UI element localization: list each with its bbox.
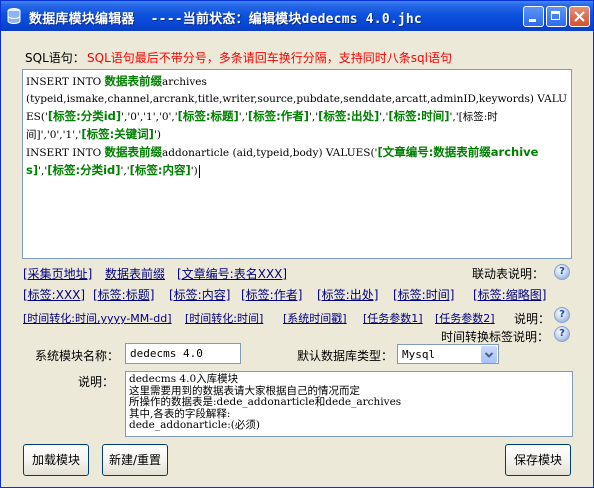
description-line: dede_addonarticle:(必须) [129, 419, 260, 431]
sql-text: ',' [38, 165, 48, 177]
description-line: dedecms 4.0入库模块 [129, 373, 239, 385]
sql-text: ',' [120, 165, 130, 177]
tag-time: [标签:时间] [388, 109, 450, 123]
description-label: 说明： [78, 375, 115, 389]
sql-text: INSERT INTO [26, 147, 105, 159]
sql-text: ','0','1',' [40, 129, 82, 141]
sql-text: ',' [379, 111, 389, 123]
link-tag-thumbnail[interactable]: [标签:缩略图] [473, 286, 546, 303]
sql-text: addonarticle (aid,typeid,body) VALUES(' [162, 147, 378, 159]
help-icon[interactable]: ? [554, 307, 570, 323]
tag-category-id: [标签:分类id] [47, 163, 121, 177]
minimize-button[interactable] [523, 6, 544, 27]
close-button[interactable] [569, 6, 590, 27]
description-textarea[interactable]: dedecms 4.0入库模块 这里需要用到的数据表请大家根据自己的情况而定 所… [125, 371, 573, 437]
tag-source: [标签:出处] [318, 109, 380, 123]
tag-table-prefix: 数据表前缀 [104, 145, 163, 159]
tag-category-id: [标签:分类id] [47, 109, 122, 123]
tag-title: [标签:标题] [177, 109, 239, 123]
sql-label: SQL语句： [25, 51, 85, 65]
link-tag-title[interactable]: [标签:标题] [93, 286, 154, 303]
link-article-id[interactable]: [文章编号:表名XXX] [177, 265, 287, 282]
link-tag-time[interactable]: [标签:时间] [393, 286, 454, 303]
sql-hint: SQL语句最后不带分号，多条请回车换行分隔，支持同时八条sql语句 [87, 51, 452, 65]
maximize-button[interactable] [546, 6, 567, 27]
sql-text: INSERT INTO [26, 76, 105, 88]
link-tag-source[interactable]: [标签:出处] [317, 286, 378, 303]
sql-editor[interactable]: INSERT INTO 数据表前缀archives (typeid,ismake… [22, 69, 572, 259]
time-tag-explain-label: 时间转换标签说明： [441, 330, 550, 344]
link-tag-xxx[interactable]: [标签:XXX] [23, 286, 85, 303]
link-tag-content[interactable]: [标签:内容] [169, 286, 230, 303]
module-name-label: 系统模块名称： [35, 349, 120, 363]
link-time-convert[interactable]: [时间转化:时间] [185, 310, 263, 326]
text-cursor [198, 164, 200, 178]
module-name-input[interactable]: dedecms 4.0 [125, 343, 241, 364]
sql-text: ') [190, 165, 198, 177]
linkage-table-label: 联动表说明： [472, 267, 545, 281]
sql-text: ','0','1','0',' [121, 111, 178, 123]
link-table-prefix[interactable]: 数据表前缀 [105, 265, 165, 282]
link-time-convert-format[interactable]: [时间转化:时间,yyyy-MM-dd] [23, 310, 172, 326]
db-type-label: 默认数据库类型： [297, 349, 394, 363]
sql-text: ',' [309, 111, 319, 123]
tag-keywords: [标签:关键词] [81, 127, 154, 141]
save-module-button[interactable]: 保存模块 [505, 444, 571, 476]
db-type-value: Mysql [402, 348, 436, 361]
sql-text: ') [153, 129, 161, 141]
new-reset-button[interactable]: 新建/重置 [102, 444, 168, 476]
tag-author: [标签:作者] [247, 109, 309, 123]
link-system-timestamp[interactable]: [系统时间戳] [283, 310, 347, 326]
dropdown-button[interactable] [481, 346, 497, 363]
module-editor-window: 数据库模块编辑器 ----当前状态：编辑模块dedecms 4.0.jhc SQ… [0, 0, 594, 488]
close-icon [574, 11, 585, 22]
chevron-down-icon [484, 352, 494, 358]
explain-label: 说明： [514, 312, 551, 326]
tag-content: [标签:内容] [129, 163, 191, 177]
link-task-param-1[interactable]: [任务参数1] [363, 310, 423, 326]
maximize-icon [551, 11, 560, 20]
sql-editor-content[interactable]: INSERT INTO 数据表前缀archives (typeid,ismake… [26, 73, 568, 180]
database-icon [7, 8, 21, 24]
title-bar[interactable]: 数据库模块编辑器 ----当前状态：编辑模块dedecms 4.0.jhc [1, 1, 593, 31]
sql-text: ',' [449, 111, 459, 123]
sql-text: ',' [238, 111, 248, 123]
link-collect-page-url[interactable]: [采集页地址] [23, 265, 92, 282]
description-line: 所操作的数据表是:dede_addonarticle和dede_archives [129, 396, 402, 408]
sql-text: archives [162, 76, 207, 88]
help-icon[interactable]: ? [554, 264, 570, 280]
window-title: 数据库模块编辑器 ----当前状态：编辑模块dedecms 4.0.jhc [29, 12, 422, 27]
help-icon[interactable]: ? [554, 326, 570, 342]
minimize-icon [529, 19, 536, 22]
db-type-select[interactable]: Mysql [397, 344, 499, 364]
load-module-button[interactable]: 加载模块 [23, 444, 89, 476]
link-tag-author[interactable]: [标签:作者] [241, 286, 302, 303]
link-task-param-2[interactable]: [任务参数2] [435, 310, 495, 326]
tag-table-prefix: 数据表前缀 [104, 74, 163, 88]
